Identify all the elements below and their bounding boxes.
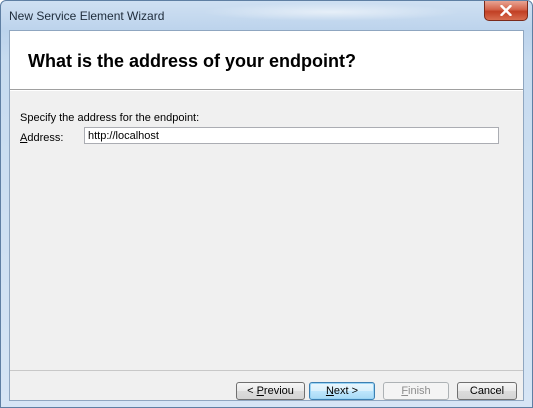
- next-button-mnemonic: N: [325, 385, 334, 397]
- close-button[interactable]: [484, 1, 528, 21]
- address-label-rest: ddress:: [27, 132, 64, 144]
- close-icon: [500, 5, 512, 16]
- address-input[interactable]: [84, 127, 499, 144]
- wizard-client-area: What is the address of your endpoint? Sp…: [9, 30, 524, 401]
- button-area-separator: [10, 370, 523, 371]
- previous-button[interactable]: < Previou: [236, 382, 305, 400]
- finish-button-rest: inish: [408, 385, 431, 397]
- finish-button[interactable]: Finish: [383, 382, 449, 400]
- next-button[interactable]: Next >: [309, 382, 375, 400]
- title-bar[interactable]: New Service Element Wizard: [1, 1, 532, 29]
- wizard-header: What is the address of your endpoint?: [10, 31, 523, 89]
- wizard-window: New Service Element Wizard What is the a…: [0, 0, 533, 408]
- previous-button-prefix: <: [247, 385, 257, 397]
- finish-button-mnemonic: F: [401, 385, 409, 397]
- instruction-text: Specify the address for the endpoint:: [20, 112, 200, 124]
- address-label: Address:: [20, 132, 63, 144]
- page-title: What is the address of your endpoint?: [28, 51, 357, 71]
- cancel-button[interactable]: Cancel: [457, 382, 517, 400]
- next-button-rest: ext >: [333, 385, 359, 397]
- previous-button-mnemonic: P: [256, 385, 264, 397]
- wizard-body: Specify the address for the endpoint: Ad…: [10, 91, 523, 371]
- previous-button-rest: reviou: [263, 385, 294, 397]
- title-bar-glow: [201, 3, 461, 21]
- window-title: New Service Element Wizard: [9, 9, 165, 23]
